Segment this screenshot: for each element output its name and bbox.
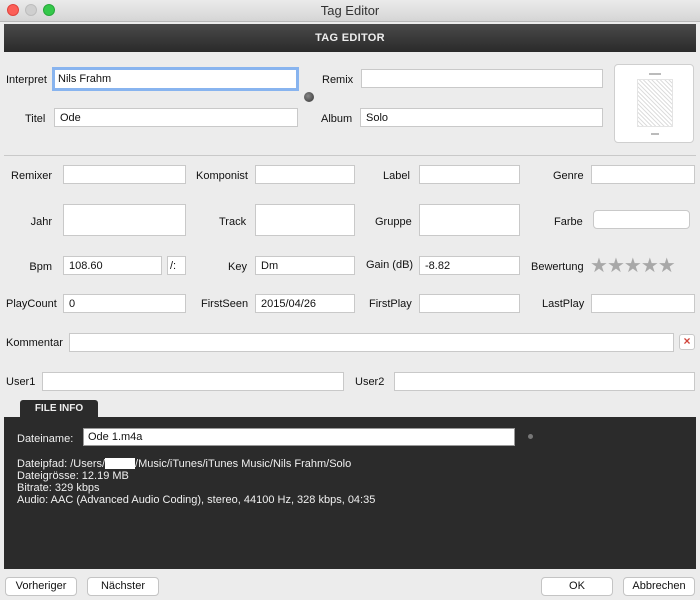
label-input[interactable]: [419, 165, 520, 184]
lastplay-input[interactable]: [591, 294, 695, 313]
interpret-label: Interpret: [6, 74, 47, 86]
star-icon[interactable]: ★: [590, 255, 608, 277]
firstseen-label: FirstSeen: [201, 298, 249, 310]
album-cover-image[interactable]: [614, 64, 694, 143]
gain-label: Gain (dB): [366, 259, 414, 271]
dateipfad-text: Dateipfad: /Users//Music/iTunes/iTunes M…: [17, 458, 352, 470]
genre-label: Genre: [553, 170, 584, 182]
album-label: Album: [321, 113, 353, 125]
dateigroesse-text: Dateigrösse: 12.19 MB: [17, 470, 129, 482]
star-icon[interactable]: ★: [607, 255, 625, 277]
user2-label: User2: [355, 376, 385, 388]
komponist-label: Komponist: [196, 170, 248, 182]
farbe-label: Farbe: [554, 216, 583, 228]
next-button[interactable]: Nächster: [87, 577, 159, 596]
file-info-panel: Dateiname: Ode 1.m4a Dateipfad: /Users//…: [4, 417, 696, 569]
bpm-label: Bpm: [29, 261, 52, 273]
interpret-input[interactable]: Nils Frahm: [52, 67, 299, 91]
gruppe-input[interactable]: [419, 204, 520, 236]
remixer-label: Remixer: [11, 170, 52, 182]
gain-input[interactable]: -8.82: [419, 256, 520, 275]
key-label: Key: [228, 261, 247, 273]
status-dot-icon: [528, 434, 533, 439]
bitrate-text: Bitrate: 329 kbps: [17, 482, 100, 494]
kommentar-input[interactable]: [69, 333, 674, 352]
firstplay-label: FirstPlay: [369, 298, 412, 310]
remixer-input[interactable]: [63, 165, 186, 184]
ok-button[interactable]: OK: [541, 577, 613, 596]
cancel-button[interactable]: Abbrechen: [623, 577, 695, 596]
dateiname-label: Dateiname:: [17, 433, 74, 445]
titel-input[interactable]: Ode: [54, 108, 298, 127]
firstseen-input[interactable]: 2015/04/26: [255, 294, 355, 313]
bewertung-label: Bewertung: [531, 261, 584, 273]
rating-stars[interactable]: ★★★★★: [590, 255, 676, 277]
clear-comment-button[interactable]: ×: [679, 334, 695, 350]
user1-input[interactable]: [42, 372, 344, 391]
status-dot-icon: [304, 92, 314, 102]
redacted-username: [105, 458, 136, 469]
tab-file-info[interactable]: FILE INFO: [20, 400, 98, 418]
window-title: Tag Editor: [320, 3, 380, 18]
remix-input[interactable]: [361, 69, 603, 88]
label-label: Label: [383, 170, 410, 182]
playcount-label: PlayCount: [6, 298, 57, 310]
star-icon[interactable]: ★: [624, 255, 642, 277]
tag-editor-header: TAG EDITOR: [4, 24, 696, 52]
dateiname-input[interactable]: Ode 1.m4a: [83, 428, 515, 446]
farbe-color-picker[interactable]: [593, 210, 690, 229]
gruppe-label: Gruppe: [375, 216, 412, 228]
audio-text: Audio: AAC (Advanced Audio Coding), ster…: [17, 494, 376, 506]
previous-button[interactable]: Vorheriger: [5, 577, 77, 596]
jahr-input[interactable]: [63, 204, 186, 236]
star-icon[interactable]: ★: [658, 255, 676, 277]
close-icon: ×: [683, 334, 691, 348]
divider: [4, 155, 696, 156]
kommentar-label: Kommentar: [6, 337, 63, 349]
key-input[interactable]: Dm: [255, 256, 355, 275]
user1-label: User1: [6, 376, 36, 388]
bpm-input[interactable]: 108.60: [63, 256, 162, 275]
star-icon[interactable]: ★: [641, 255, 659, 277]
track-label: Track: [219, 216, 247, 228]
window-titlebar: Tag Editor: [0, 0, 700, 22]
playcount-input[interactable]: 0: [63, 294, 186, 313]
titel-label: Titel: [25, 113, 46, 125]
firstplay-input[interactable]: [419, 294, 520, 313]
album-input[interactable]: Solo: [360, 108, 603, 127]
remix-label: Remix: [322, 74, 354, 86]
track-input[interactable]: [255, 204, 355, 236]
komponist-input[interactable]: [255, 165, 355, 184]
user2-input[interactable]: [394, 372, 695, 391]
lastplay-label: LastPlay: [542, 298, 585, 310]
jahr-label: Jahr: [30, 216, 52, 228]
genre-input[interactable]: [591, 165, 695, 184]
bpm-tap-button[interactable]: /:: [167, 256, 186, 275]
